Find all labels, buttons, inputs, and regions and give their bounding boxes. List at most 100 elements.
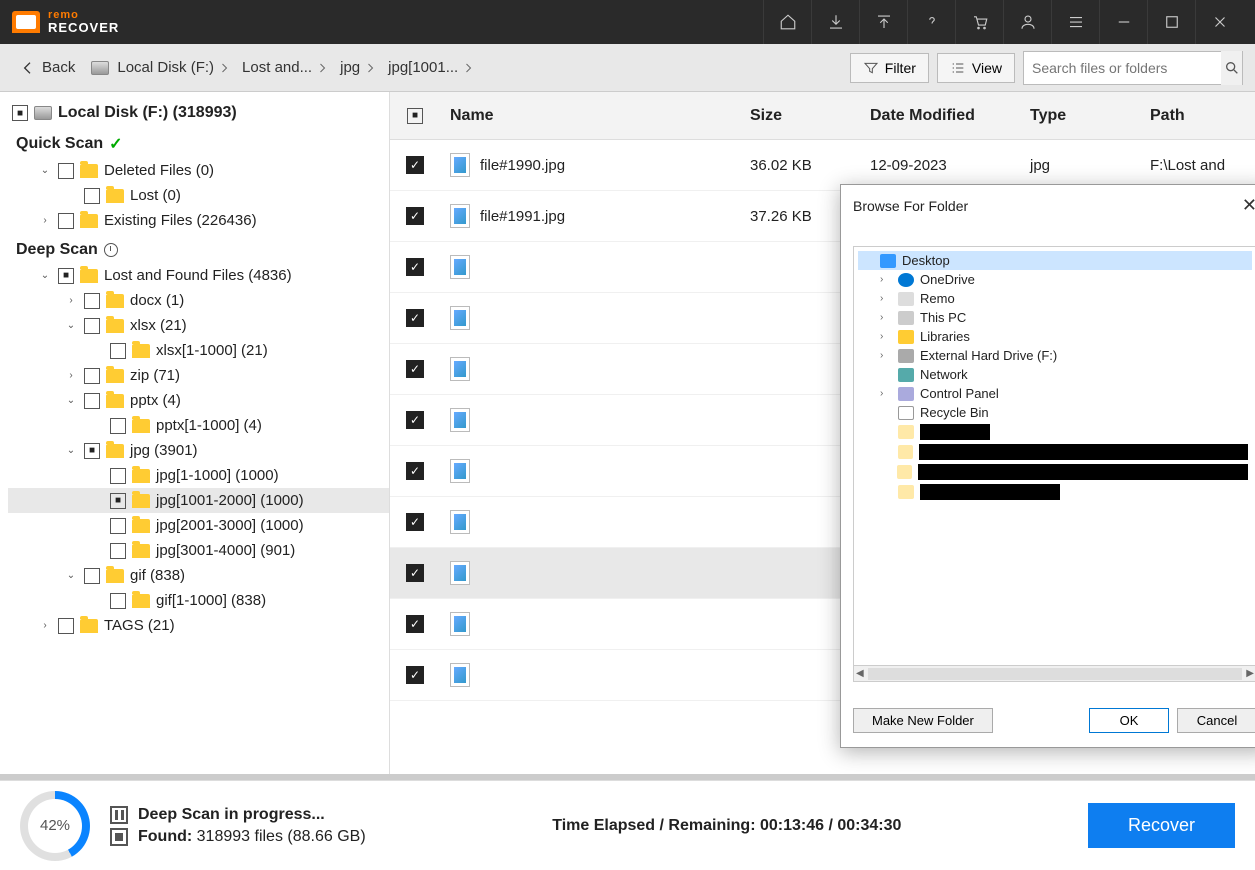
expander-icon[interactable]: › bbox=[880, 274, 892, 285]
checkbox[interactable] bbox=[84, 293, 100, 309]
tree-item[interactable]: xlsx[1-1000] (21) bbox=[8, 338, 389, 363]
checkbox[interactable] bbox=[406, 156, 424, 174]
checkbox[interactable] bbox=[110, 493, 126, 509]
expander-icon[interactable]: › bbox=[64, 294, 78, 308]
user-icon[interactable] bbox=[1003, 0, 1051, 44]
checkbox[interactable] bbox=[110, 518, 126, 534]
tree-item[interactable]: ⌄Deleted Files (0) bbox=[8, 158, 389, 183]
back-button[interactable]: Back bbox=[12, 55, 83, 80]
tree-item[interactable]: ›docx (1) bbox=[8, 288, 389, 313]
tree-item[interactable]: ⌄Lost and Found Files (4836) bbox=[8, 263, 389, 288]
expander-icon[interactable]: ⌄ bbox=[64, 319, 78, 333]
scroll-right-icon[interactable]: ▶ bbox=[1246, 668, 1254, 679]
tree-root[interactable]: Local Disk (F:) (318993) bbox=[8, 100, 389, 126]
expander-icon[interactable]: › bbox=[880, 312, 892, 323]
checkbox[interactable] bbox=[406, 258, 424, 276]
checkbox[interactable] bbox=[84, 443, 100, 459]
tree-item[interactable]: Lost (0) bbox=[8, 183, 389, 208]
upload-icon[interactable] bbox=[859, 0, 907, 44]
expander-icon[interactable]: › bbox=[880, 350, 892, 361]
folder-tree[interactable]: Desktop›OneDrive›Remo›This PC›Libraries›… bbox=[853, 246, 1255, 666]
crumb-3[interactable]: jpg[1001... bbox=[384, 57, 478, 78]
checkbox[interactable] bbox=[84, 393, 100, 409]
menu-icon[interactable] bbox=[1051, 0, 1099, 44]
expander-icon[interactable]: › bbox=[38, 214, 52, 228]
folder-tree-item[interactable]: ›Control Panel bbox=[858, 384, 1252, 403]
close-icon[interactable] bbox=[1195, 0, 1243, 44]
tree-item[interactable]: gif[1-1000] (838) bbox=[8, 588, 389, 613]
make-new-folder-button[interactable]: Make New Folder bbox=[853, 708, 993, 733]
minimize-icon[interactable] bbox=[1099, 0, 1147, 44]
expander-icon[interactable]: ⌄ bbox=[64, 444, 78, 458]
tree-item[interactable]: ⌄xlsx (21) bbox=[8, 313, 389, 338]
col-path[interactable]: Path bbox=[1140, 107, 1255, 125]
checkbox[interactable] bbox=[58, 618, 74, 634]
cancel-button[interactable]: Cancel bbox=[1177, 708, 1255, 733]
expander-icon[interactable]: › bbox=[880, 293, 892, 304]
folder-tree-item[interactable]: ›Libraries bbox=[858, 327, 1252, 346]
col-size[interactable]: Size bbox=[740, 107, 860, 125]
recover-button[interactable]: Recover bbox=[1088, 803, 1235, 848]
checkbox[interactable] bbox=[406, 564, 424, 582]
select-all-checkbox[interactable] bbox=[407, 108, 423, 124]
checkbox[interactable] bbox=[110, 543, 126, 559]
tree-item[interactable]: jpg[2001-3000] (1000) bbox=[8, 513, 389, 538]
expander-icon[interactable]: › bbox=[880, 331, 892, 342]
checkbox[interactable] bbox=[58, 163, 74, 179]
ok-button[interactable]: OK bbox=[1089, 708, 1169, 733]
checkbox[interactable] bbox=[406, 411, 424, 429]
checkbox[interactable] bbox=[406, 513, 424, 531]
checkbox[interactable] bbox=[406, 462, 424, 480]
tree-item[interactable]: jpg[1-1000] (1000) bbox=[8, 463, 389, 488]
folder-tree-item[interactable] bbox=[858, 422, 1252, 442]
tree-item[interactable]: ⌄pptx (4) bbox=[8, 388, 389, 413]
home-icon[interactable] bbox=[763, 0, 811, 44]
checkbox[interactable] bbox=[406, 615, 424, 633]
tree-item[interactable]: ›Existing Files (226436) bbox=[8, 208, 389, 233]
checkbox[interactable] bbox=[406, 207, 424, 225]
checkbox[interactable] bbox=[110, 593, 126, 609]
expander-icon[interactable]: › bbox=[880, 388, 892, 399]
folder-tree-item[interactable]: ›This PC bbox=[858, 308, 1252, 327]
crumb-1[interactable]: Lost and... bbox=[238, 57, 332, 78]
folder-tree-item[interactable] bbox=[858, 442, 1252, 462]
crumb-0[interactable]: Local Disk (F:) bbox=[113, 57, 234, 78]
tree-item[interactable]: jpg[1001-2000] (1000) bbox=[8, 488, 389, 513]
folder-tree-item[interactable]: Recycle Bin bbox=[858, 403, 1252, 422]
search-button[interactable] bbox=[1221, 51, 1242, 85]
checkbox[interactable] bbox=[58, 268, 74, 284]
cart-icon[interactable] bbox=[955, 0, 1003, 44]
stop-icon[interactable] bbox=[110, 828, 128, 846]
checkbox[interactable] bbox=[12, 105, 28, 121]
maximize-icon[interactable] bbox=[1147, 0, 1195, 44]
expander-icon[interactable]: › bbox=[38, 619, 52, 633]
view-button[interactable]: View bbox=[937, 53, 1015, 83]
folder-tree-item[interactable]: ›OneDrive bbox=[858, 270, 1252, 289]
scroll-left-icon[interactable]: ◀ bbox=[856, 668, 864, 679]
checkbox[interactable] bbox=[84, 318, 100, 334]
folder-tree-item[interactable] bbox=[858, 482, 1252, 502]
checkbox[interactable] bbox=[84, 568, 100, 584]
checkbox[interactable] bbox=[110, 468, 126, 484]
search-input[interactable] bbox=[1024, 60, 1221, 76]
checkbox[interactable] bbox=[406, 360, 424, 378]
download-icon[interactable] bbox=[811, 0, 859, 44]
scroll-thumb[interactable] bbox=[868, 668, 1243, 680]
crumb-2[interactable]: jpg bbox=[336, 57, 380, 78]
folder-tree-item[interactable]: ›Remo bbox=[858, 289, 1252, 308]
checkbox[interactable] bbox=[110, 343, 126, 359]
help-icon[interactable] bbox=[907, 0, 955, 44]
filter-button[interactable]: Filter bbox=[850, 53, 929, 83]
folder-tree-item[interactable]: Desktop bbox=[858, 251, 1252, 270]
col-type[interactable]: Type bbox=[1020, 107, 1140, 125]
dialog-close-button[interactable]: ✕ bbox=[1242, 195, 1255, 216]
expander-icon[interactable]: ⌄ bbox=[38, 164, 52, 178]
tree-item[interactable]: jpg[3001-4000] (901) bbox=[8, 538, 389, 563]
folder-tree-item[interactable] bbox=[858, 462, 1252, 482]
checkbox[interactable] bbox=[406, 666, 424, 684]
tree-item[interactable]: ⌄jpg (3901) bbox=[8, 438, 389, 463]
tree-item[interactable]: ⌄gif (838) bbox=[8, 563, 389, 588]
pause-icon[interactable] bbox=[110, 806, 128, 824]
tree-item[interactable]: ›zip (71) bbox=[8, 363, 389, 388]
checkbox[interactable] bbox=[84, 188, 100, 204]
